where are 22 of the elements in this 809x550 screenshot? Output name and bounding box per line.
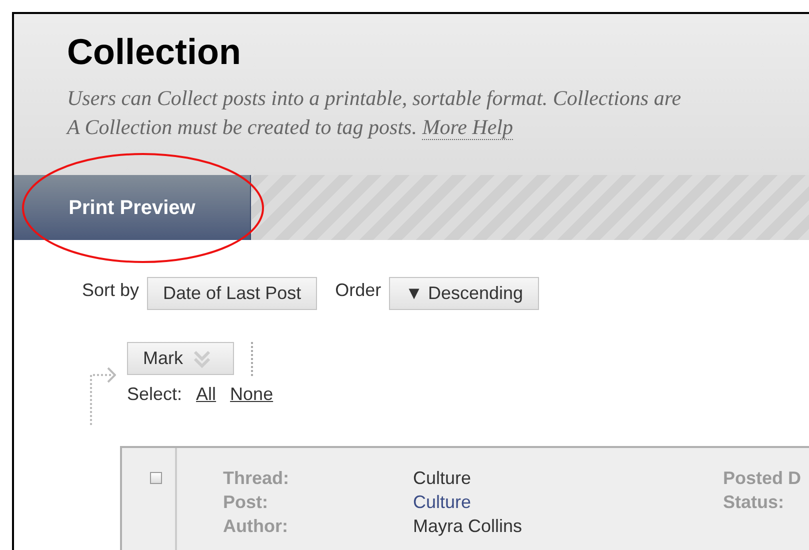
field-label: Posted D (723, 468, 802, 488)
field-label: Thread: (223, 467, 290, 490)
select-link[interactable]: All (196, 381, 216, 408)
checkbox[interactable] (150, 472, 162, 484)
help-link[interactable]: More Help (422, 115, 513, 140)
select-label: Select: (127, 383, 182, 406)
field-label: Status: (723, 492, 784, 512)
order-label: Order (335, 279, 382, 302)
field-label: Post: (223, 491, 269, 514)
sort-dropdown[interactable]: Date of Last Post (147, 277, 318, 310)
field-label: Author: (223, 515, 289, 538)
select-link[interactable]: None (230, 381, 274, 408)
sort-label: Sort by (82, 279, 140, 302)
chevron-down-icon (193, 348, 211, 368)
tab[interactable]: Print Preview (14, 175, 251, 240)
description-text: Users can Collect posts into a printable, sortable format. Collections are A Collection must be created to tag posts. More Help (67, 85, 682, 142)
field-value: Mayra Collins (413, 515, 524, 538)
order-dropdown[interactable]: ▼ Descending (389, 277, 540, 310)
page-title: Collection (67, 30, 242, 74)
post-link[interactable]: Culture (413, 490, 723, 514)
field-value: Culture (413, 467, 472, 490)
mark-button[interactable]: Mark (127, 342, 234, 375)
